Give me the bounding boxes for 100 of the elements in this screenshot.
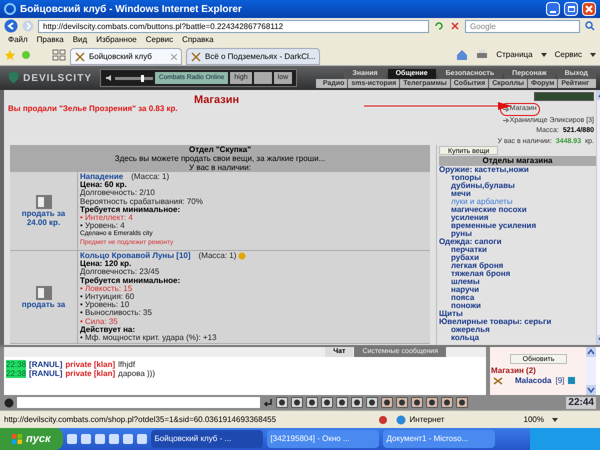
item-mass: (Масса: 1) (131, 173, 170, 182)
department-link[interactable]: топоры (439, 174, 596, 182)
department-link[interactable]: поножи (439, 302, 596, 310)
close-tab-icon[interactable] (171, 54, 177, 60)
toolbar-menu[interactable]: Сервис (554, 49, 582, 61)
zoom-level[interactable]: 100% (524, 414, 544, 426)
item-picture (36, 286, 52, 300)
scroll-down-icon[interactable] (586, 385, 596, 395)
department-link[interactable]: ожерелья (439, 326, 596, 334)
scrollbar[interactable] (586, 347, 596, 395)
toolbar-menu[interactable]: Страница (496, 49, 533, 61)
address-field[interactable]: http://devilscity.combats.com/buttons.pl?battle=0.224342867768112 (38, 20, 429, 32)
favorites-star-icon[interactable] (4, 49, 16, 61)
item-detail: • Интеллект: 4 (80, 214, 134, 222)
department-link[interactable]: дубины,булавы (439, 182, 596, 190)
minimize-button[interactable] (546, 2, 560, 16)
department-link[interactable]: легкая броня (439, 262, 596, 270)
close-button[interactable] (582, 2, 596, 16)
home-icon[interactable] (456, 49, 468, 61)
refresh-icon[interactable] (433, 20, 445, 32)
room-title: Магазин (2) (491, 366, 537, 376)
item-detail: • Выносливость: 35 (80, 309, 153, 318)
game-logo: DEVILSCITY (23, 72, 92, 86)
menu-item[interactable]: Файл (8, 35, 28, 45)
department-link[interactable]: рубахи (439, 254, 596, 262)
caret-icon[interactable] (590, 53, 596, 57)
sell-link[interactable]: продать за (14, 300, 74, 309)
maximize-button[interactable] (564, 2, 578, 16)
item-detail: • Уровень: 10 (80, 301, 130, 310)
department-link[interactable]: Оружие: кастеты,ножи (439, 166, 596, 174)
item-name[interactable]: Нападение (80, 173, 124, 182)
security-icon (378, 414, 388, 424)
back-button[interactable] (4, 19, 18, 33)
item-name[interactable]: Кольцо Кровавой Луны [10] (80, 252, 191, 260)
menu-item[interactable]: Вид (72, 35, 88, 45)
browser-tab[interactable]: Всё о Подземельях - DarkCl... (186, 48, 320, 65)
department-link[interactable]: шлемы (439, 278, 596, 286)
message-time: 22:38 (6, 360, 26, 369)
item-detail: • Интуиция: 60 (80, 293, 136, 302)
item-mass: (Масса: 1) (198, 252, 236, 260)
crossed-swords-icon (191, 52, 201, 62)
info-icon[interactable] (568, 377, 576, 384)
section-note: У вас в наличии: (189, 163, 251, 172)
menu-item[interactable]: Правка (36, 35, 64, 45)
sold-message: Вы продали "Зелье Прозрения" за 0.83 кр. (8, 103, 178, 115)
arrow-icon (502, 106, 509, 112)
department-link[interactable]: временные усиления (439, 222, 596, 230)
message-channel: private [klan] (65, 360, 116, 369)
department-link[interactable]: перчатки (439, 246, 596, 254)
caret-icon[interactable] (540, 53, 547, 57)
menu-item[interactable]: Справка (182, 35, 214, 45)
game-clock: 22:44 (566, 396, 596, 408)
department-link[interactable]: мечи (439, 190, 596, 198)
department-link[interactable]: наручи (439, 286, 596, 294)
user-name[interactable]: Malacoda (515, 376, 552, 385)
sell-link[interactable]: продать за 24.00 кр. (14, 209, 74, 227)
browser-tab[interactable]: Бойцовский клуб (70, 48, 182, 65)
item-detail: • Уровень: 4 (80, 222, 125, 230)
item-detail: Требуется минимальное: (80, 276, 182, 285)
message-user[interactable]: [RANUL] (29, 360, 62, 369)
status-url: http://devilscity.combats.com/shop.pl?otdel35=1&sid=60.0361914693368455 (4, 414, 278, 426)
item-detail: Долговечность: 23/45 (80, 268, 160, 277)
department-link[interactable]: тяжелая броня (439, 270, 596, 278)
start-button[interactable]: пуск (0, 428, 63, 450)
stop-icon[interactable] (449, 20, 461, 32)
item-detail: • Мф. мощности крит. удара (%): +13 (80, 334, 218, 342)
crossed-swords-icon (493, 376, 503, 384)
department-link[interactable]: руны (439, 230, 596, 238)
department-link[interactable]: пояса (439, 294, 596, 302)
radio-quality-button[interactable] (254, 72, 272, 84)
department-link[interactable]: Одежда: сапоги (439, 238, 596, 246)
user-level: [9] (555, 376, 564, 385)
tab-list-icon[interactable] (52, 49, 66, 61)
chat-input[interactable] (17, 397, 260, 408)
item-detail: • Сила: 35 (80, 318, 119, 326)
page-title: Магазин (194, 93, 240, 108)
message-text: дарова ))) (118, 369, 155, 378)
department-link[interactable]: Щиты (439, 310, 596, 318)
department-link[interactable]: Ювелирные товары: серьги (439, 318, 596, 326)
scroll-up-icon[interactable] (586, 347, 596, 357)
windows-logo-icon (12, 434, 22, 444)
message-user[interactable]: [RANUL] (29, 369, 62, 378)
item-detail: Цена: 60 кр. (80, 181, 128, 190)
department-link[interactable]: усиления (439, 214, 596, 222)
volume-slider[interactable] (115, 76, 153, 80)
shield-emblem-icon (8, 70, 20, 86)
department-link[interactable]: магические посохи (439, 206, 596, 214)
search-field[interactable]: Google (465, 20, 580, 32)
caret-icon[interactable] (552, 418, 558, 422)
printer-icon[interactable] (476, 49, 488, 61)
speaker-icon[interactable] (105, 74, 113, 82)
menu-item[interactable]: Избранное (96, 35, 137, 45)
department-link[interactable]: кольца (439, 334, 596, 342)
search-icon[interactable] (584, 20, 596, 32)
window-title: Бойцовский клуб - Windows Internet Explorer (20, 2, 243, 16)
enter-arrow-icon[interactable] (263, 398, 273, 408)
menu-item[interactable]: Сервис (146, 35, 174, 45)
item-picture (36, 195, 52, 209)
health-bar (534, 92, 594, 101)
taskbar-button[interactable]: Бойцовский клуб - ... (150, 430, 263, 448)
